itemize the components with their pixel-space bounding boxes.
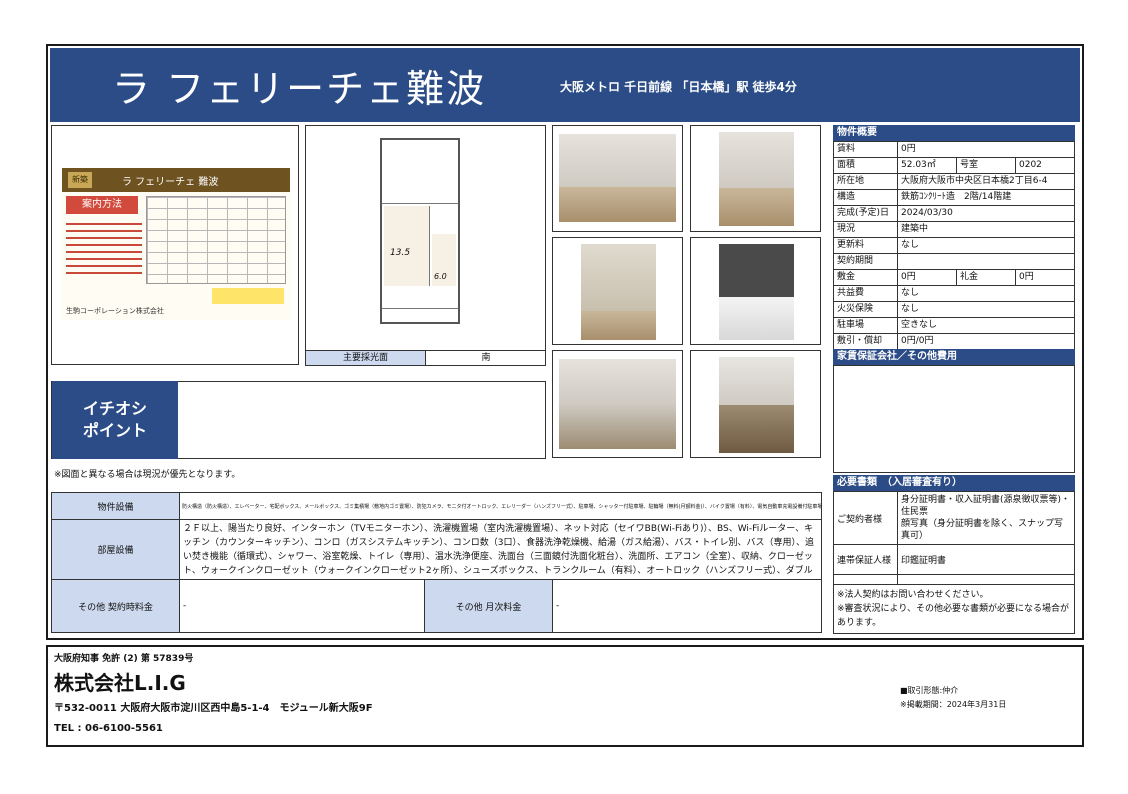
- property-title: ラ フェリーチェ難波: [112, 67, 487, 111]
- priority-note: ※図面と異なる場合は現況が優先となります。: [54, 470, 241, 480]
- required-row: 連帯保証人様 印鑑証明書: [833, 544, 1075, 575]
- photo-bathroom: [690, 237, 821, 345]
- photo-room: [690, 125, 821, 232]
- photo-living: [552, 125, 683, 232]
- contract-fee-label: その他 契約時料金: [51, 579, 180, 633]
- summary-table: 賃料 0円 面積 52.03㎡ 号室 0202 所在地 大阪府大阪市中央区日本橋2丁目6-…: [833, 141, 1075, 350]
- summary-row: 完成(予定)日 2024/03/30: [833, 205, 1075, 222]
- building-equipment-label: 物件設備: [51, 492, 180, 520]
- photo-closet: [552, 237, 683, 345]
- summary-row: 契約期間: [833, 253, 1075, 270]
- photo-kitchen: [552, 350, 683, 458]
- flyer-caption: 案内方法: [66, 196, 138, 214]
- required-note-1: ※法人契約はお問い合わせください。: [837, 590, 989, 600]
- contract-fee-value: -: [179, 579, 425, 633]
- license-number: 大阪府知事 免許 (2) 第 57839号: [54, 654, 194, 664]
- floorplan-entry-area: [382, 140, 458, 204]
- required-title: 必要書類 （入居審査有り）: [833, 475, 1075, 491]
- summary-row: 駐車場 空きなし: [833, 317, 1075, 334]
- flyer-text-lines: [66, 218, 142, 279]
- summary-row: 更新料 なし: [833, 237, 1075, 254]
- summary-row: 敷金 0円 礼金 0円: [833, 269, 1075, 286]
- flyer-highlight: [212, 288, 284, 304]
- floorplan-drawing: 13.5 6.0: [380, 138, 460, 324]
- building-equipment-value: 防火構造（防火構造）、エレベーター、宅配ボックス、メールボックス、ゴミ集積場（敷…: [178, 492, 823, 520]
- floorplan-bedroom-size: 6.0: [434, 272, 447, 281]
- company-name: 株式会社L.I.G: [54, 671, 186, 695]
- summary-title: 物件概要: [833, 125, 1075, 141]
- summary-row: 構造 鉄筋ｺﾝｸﾘｰﾄ造 2階/14階建: [833, 189, 1075, 206]
- light-label: 主要採光面: [306, 351, 426, 365]
- recommend-label: イチオシ ポイント: [52, 381, 178, 459]
- photo-washroom: [690, 350, 821, 458]
- station-access: 大阪メトロ 千日前線 「日本橋」駅 徒歩4分: [560, 80, 797, 94]
- required-row: ご契約者様 身分証明書・収入証明書(源泉徴収票等)・住民票 顔写真（身分証明書を除…: [833, 491, 1075, 545]
- summary-row: 敷引・償却 0円/0円: [833, 333, 1075, 350]
- room-equipment-value: ２Ｆ以上、陽当たり良好、インターホン（TVモニターホン）、洗濯機置場（室内洗濯機…: [183, 523, 814, 576]
- required-notes: ※法人契約はお問い合わせください。 ※審査状況により、その他必要な書類が必要にな…: [833, 584, 1075, 634]
- summary-row: 面積 52.03㎡ 号室 0202: [833, 157, 1075, 174]
- flyer-new-badge: 新築: [68, 172, 92, 188]
- floorplan-living-size: 13.5: [390, 248, 411, 258]
- header-banner: ラ フェリーチェ難波 大阪メトロ 千日前線 「日本橋」駅 徒歩4分: [50, 48, 1080, 122]
- company-address: 〒532-0011 大阪府大阪市淀川区西中島5-1-4 モジュール新大阪9F: [54, 703, 373, 714]
- company-footer: 大阪府知事 免許 (2) 第 57839号 株式会社L.I.G 〒532-001…: [46, 645, 1084, 747]
- required-note-2: ※審査状況により、その他必要な書類が必要になる場合があります。: [837, 604, 1070, 628]
- monthly-fee-value: -: [551, 579, 823, 633]
- room-equipment-label: 部屋設備: [51, 519, 180, 580]
- floorplan-balcony: [382, 308, 458, 322]
- summary-row: 所在地 大阪府大阪市中央区日本橋2丁目6-4: [833, 173, 1075, 190]
- flyer-company: 生駒コーポレーション株式会社: [66, 307, 164, 315]
- flyer-calendar: [146, 196, 286, 284]
- guarantee-title: 家賃保証会社／その他費用: [833, 349, 1075, 365]
- listing-period: ※掲載期間：2024年3月31日: [900, 700, 1007, 709]
- flyer-image: 新築 ラ フェリーチェ 難波 案内方法 生駒コーポレーション株式会社: [62, 168, 290, 320]
- flyer-name: ラ フェリーチェ 難波: [122, 177, 219, 188]
- monthly-fee-label: その他 月次料金: [424, 579, 553, 633]
- summary-row: 賃料 0円: [833, 141, 1075, 158]
- equipment-table: 物件設備 防火構造（防火構造）、エレベーター、宅配ボックス、メールボックス、ゴミ…: [51, 492, 823, 633]
- summary-row: 共益費 なし: [833, 285, 1075, 302]
- summary-row: 現況 建築中: [833, 221, 1075, 238]
- transaction-type: ■取引形態:仲介: [900, 686, 959, 695]
- guarantee-body: [833, 365, 1075, 473]
- company-tel: TEL : 06-6100-5561: [54, 723, 163, 734]
- light-value: 南: [481, 353, 491, 363]
- summary-row: 火災保険 なし: [833, 301, 1075, 318]
- floorplan-living: [384, 206, 430, 286]
